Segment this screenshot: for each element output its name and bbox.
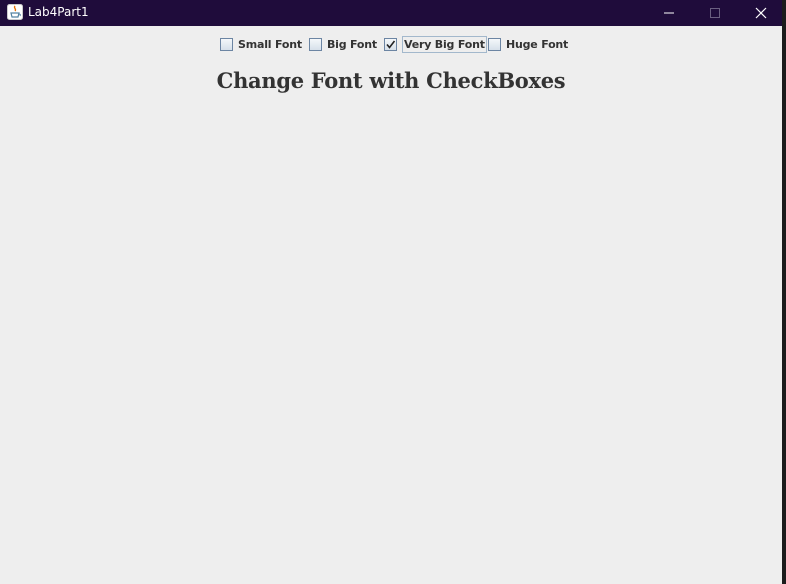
checkbox-box[interactable]	[309, 37, 322, 51]
window-border	[782, 0, 786, 584]
checkbox-box[interactable]	[384, 37, 397, 51]
checkbox-label[interactable]: Huge Font	[506, 38, 568, 51]
title-bar[interactable]: Lab4Part1	[0, 0, 782, 26]
java-cup-icon	[7, 4, 23, 20]
huge-font-checkbox[interactable]: Huge Font	[488, 35, 568, 53]
sample-text-heading: Change Font with CheckBoxes	[216, 68, 566, 93]
window-title: Lab4Part1	[28, 5, 89, 19]
app-window: Lab4Part1 Small Font Big Font Very Big F…	[0, 0, 782, 584]
minimize-button[interactable]	[646, 0, 692, 26]
checkbox-label[interactable]: Small Font	[238, 38, 302, 51]
checkbox-box[interactable]	[488, 37, 501, 51]
big-font-checkbox[interactable]: Big Font	[309, 35, 377, 53]
minimize-icon	[664, 12, 674, 14]
font-checkbox-group: Small Font Big Font Very Big Font Huge F…	[0, 34, 782, 54]
checkmark-icon	[386, 40, 396, 49]
maximize-icon	[710, 8, 720, 18]
very-big-font-checkbox[interactable]: Very Big Font	[384, 35, 487, 53]
maximize-button[interactable]	[692, 0, 738, 26]
close-button[interactable]	[738, 0, 784, 26]
checkbox-label[interactable]: Big Font	[327, 38, 377, 51]
checkbox-box[interactable]	[220, 37, 233, 51]
checkbox-label[interactable]: Very Big Font	[402, 35, 487, 53]
small-font-checkbox[interactable]: Small Font	[220, 35, 302, 53]
close-icon	[755, 7, 767, 19]
